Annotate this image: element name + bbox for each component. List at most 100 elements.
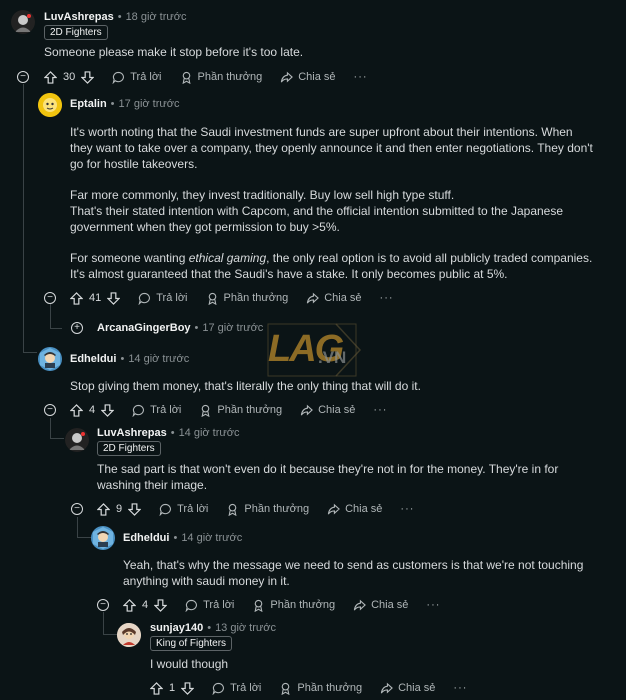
comment-meta: LuvAshrepas • 14 giờ trước bbox=[97, 427, 240, 439]
reply-button[interactable]: Trả lời bbox=[185, 599, 234, 612]
username[interactable]: ArcanaGingerBoy bbox=[97, 322, 191, 334]
collapse-toggle[interactable]: − bbox=[17, 71, 29, 83]
downvote-icon[interactable] bbox=[107, 291, 121, 305]
vote-count: 4 bbox=[142, 599, 149, 611]
username[interactable]: Eptalin bbox=[70, 98, 107, 110]
avatar[interactable] bbox=[38, 93, 62, 117]
user-flair: 2D Fighters bbox=[97, 441, 161, 456]
share-button[interactable]: Chia sẻ bbox=[280, 71, 336, 84]
reply-button[interactable]: Trả lời bbox=[112, 71, 162, 84]
reply-button[interactable]: Trả lời bbox=[132, 404, 181, 417]
upvote-icon[interactable] bbox=[150, 681, 163, 695]
comment-bubble-icon bbox=[132, 404, 145, 417]
timestamp[interactable]: 14 giờ trước bbox=[179, 427, 240, 439]
expand-toggle[interactable]: + bbox=[71, 322, 83, 334]
award-icon bbox=[201, 404, 210, 417]
username[interactable]: sunjay140 bbox=[150, 622, 203, 634]
award-button[interactable]: Phần thưởng bbox=[180, 71, 262, 84]
comment-bubble-icon bbox=[112, 71, 125, 84]
timestamp[interactable]: 17 giờ trước bbox=[119, 98, 180, 110]
vote-group: 1 bbox=[150, 681, 195, 695]
share-button[interactable]: Chia sẻ bbox=[380, 682, 435, 695]
share-icon bbox=[380, 682, 394, 693]
comment-body: Someone please make it stop before it's … bbox=[44, 45, 304, 59]
more-options-button[interactable]: ··· bbox=[354, 71, 368, 83]
upvote-icon[interactable] bbox=[97, 502, 110, 516]
vote-group: 41 bbox=[70, 291, 121, 305]
vote-count: 1 bbox=[169, 682, 176, 694]
timestamp[interactable]: 13 giờ trước bbox=[215, 622, 276, 634]
thread-connector bbox=[50, 438, 64, 439]
share-button[interactable]: Chia sẻ bbox=[306, 292, 362, 305]
collapse-toggle[interactable]: − bbox=[44, 292, 56, 304]
paragraph: Far more commonly, they invest tradition… bbox=[70, 188, 564, 234]
downvote-icon[interactable] bbox=[181, 681, 195, 695]
award-button[interactable]: Phần thưởng bbox=[279, 682, 362, 695]
downvote-icon[interactable] bbox=[81, 70, 95, 84]
thread-line bbox=[77, 517, 78, 537]
collapse-toggle[interactable]: − bbox=[97, 599, 109, 611]
comment-body: The sad part is that won't even do it be… bbox=[97, 462, 559, 492]
avatar[interactable] bbox=[65, 428, 89, 452]
username[interactable]: LuvAshrepas bbox=[44, 11, 114, 23]
timestamp[interactable]: 14 giờ trước bbox=[181, 532, 242, 544]
more-options-button[interactable]: ··· bbox=[400, 503, 414, 515]
collapse-toggle[interactable]: − bbox=[71, 503, 83, 515]
comment-meta: LuvAshrepas • 18 giờ trước bbox=[44, 11, 187, 23]
username[interactable]: Edheldui bbox=[123, 532, 169, 544]
share-button[interactable]: Chia sẻ bbox=[353, 599, 408, 612]
comment-meta: Edheldui • 14 giờ trước bbox=[123, 532, 243, 544]
more-options-button[interactable]: ··· bbox=[380, 292, 394, 304]
user-flair: 2D Fighters bbox=[44, 25, 108, 40]
downvote-icon[interactable] bbox=[101, 403, 115, 417]
vote-group: 9 bbox=[97, 502, 142, 516]
vote-group: 4 bbox=[123, 598, 168, 612]
share-button[interactable]: Chia sẻ bbox=[327, 503, 382, 516]
downvote-icon[interactable] bbox=[154, 598, 168, 612]
avatar[interactable] bbox=[38, 347, 62, 371]
award-button[interactable]: Phần thưởng bbox=[252, 599, 335, 612]
paragraph: It's worth noting that the Saudi investm… bbox=[70, 125, 593, 171]
collapse-toggle[interactable]: − bbox=[44, 404, 56, 416]
vote-count: 9 bbox=[116, 503, 123, 515]
more-options-button[interactable]: ··· bbox=[373, 404, 387, 416]
reply-button[interactable]: Trả lời bbox=[212, 682, 261, 695]
vote-count: 30 bbox=[63, 71, 76, 83]
thread-connector bbox=[103, 634, 117, 635]
upvote-icon[interactable] bbox=[44, 70, 57, 84]
comment-body: Stop giving them money, that's literally… bbox=[70, 379, 421, 393]
reply-button[interactable]: Trả lời bbox=[159, 503, 208, 516]
thread-line bbox=[23, 84, 24, 352]
comment-meta: ArcanaGingerBoy • 17 giờ trước bbox=[97, 322, 264, 334]
username[interactable]: LuvAshrepas bbox=[97, 427, 167, 439]
comment-meta: sunjay140 • 13 giờ trước bbox=[150, 622, 276, 634]
comment-actions: 1 Trả lời Phần thưởng Chia sẻ ··· bbox=[150, 679, 467, 697]
downvote-icon[interactable] bbox=[128, 502, 142, 516]
upvote-icon[interactable] bbox=[70, 291, 83, 305]
timestamp[interactable]: 18 giờ trước bbox=[126, 11, 187, 23]
upvote-icon[interactable] bbox=[123, 598, 136, 612]
comment-actions: 4 Trả lời Phần thưởng Chia sẻ ··· bbox=[123, 596, 440, 614]
avatar[interactable] bbox=[117, 623, 141, 647]
more-options-button[interactable]: ··· bbox=[453, 682, 467, 694]
comment-meta: Edheldui • 14 giờ trước bbox=[70, 353, 190, 365]
share-button[interactable]: Chia sẻ bbox=[300, 404, 355, 417]
more-options-button[interactable]: ··· bbox=[426, 599, 440, 611]
thread-connector bbox=[23, 352, 37, 353]
reply-button[interactable]: Trả lời bbox=[138, 292, 188, 305]
upvote-icon[interactable] bbox=[70, 403, 83, 417]
share-icon bbox=[353, 599, 367, 610]
avatar[interactable] bbox=[91, 526, 115, 550]
username[interactable]: Edheldui bbox=[70, 353, 116, 365]
comment-body: It's worth noting that the Saudi investm… bbox=[70, 124, 598, 297]
award-button[interactable]: Phần thưởng bbox=[226, 503, 309, 516]
award-button[interactable]: Phần thưởng bbox=[206, 292, 288, 305]
watermark-suffix: .VN bbox=[318, 348, 347, 367]
timestamp[interactable]: 17 giờ trước bbox=[202, 322, 263, 334]
comment-actions: 4 Trả lời Phần thưởng Chia sẻ ··· bbox=[70, 401, 387, 419]
award-icon bbox=[281, 682, 290, 695]
timestamp[interactable]: 14 giờ trước bbox=[128, 353, 189, 365]
comment-meta: Eptalin • 17 giờ trước bbox=[70, 98, 180, 110]
avatar[interactable] bbox=[11, 10, 35, 34]
award-button[interactable]: Phần thưởng bbox=[199, 404, 282, 417]
